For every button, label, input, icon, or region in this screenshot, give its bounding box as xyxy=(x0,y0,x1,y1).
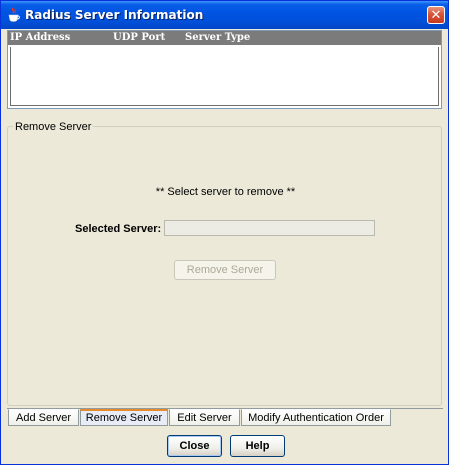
tab-modify-authentication-order[interactable]: Modify Authentication Order xyxy=(241,409,391,426)
column-header-server-type[interactable]: Server Type xyxy=(185,32,250,43)
remove-server-group-title: Remove Server xyxy=(13,121,94,133)
close-window-button[interactable]: ✕ xyxy=(427,6,445,24)
dialog-window: Radius Server Information ✕ IP Address U… xyxy=(0,0,449,465)
server-list-body[interactable] xyxy=(10,47,439,106)
server-list[interactable]: IP Address UDP Port Server Type xyxy=(7,30,442,109)
tab-edit-server[interactable]: Edit Server xyxy=(169,409,240,426)
remove-server-button[interactable]: Remove Server xyxy=(174,260,276,280)
column-header-ip-address[interactable]: IP Address xyxy=(10,32,70,43)
server-list-header: IP Address UDP Port Server Type xyxy=(8,31,441,45)
column-header-udp-port[interactable]: UDP Port xyxy=(113,32,165,43)
selected-server-field xyxy=(164,220,375,236)
select-server-hint: ** Select server to remove ** xyxy=(155,186,296,198)
title-bar[interactable]: Radius Server Information ✕ xyxy=(1,1,448,29)
help-button[interactable]: Help xyxy=(230,435,285,457)
window-title: Radius Server Information xyxy=(25,8,204,22)
tab-remove-server[interactable]: Remove Server xyxy=(80,409,168,426)
tab-add-server[interactable]: Add Server xyxy=(8,409,79,426)
close-button[interactable]: Close xyxy=(167,435,222,457)
close-icon: ✕ xyxy=(430,7,442,23)
java-cup-icon xyxy=(8,7,20,22)
selected-server-label: Selected Server: xyxy=(75,223,162,235)
